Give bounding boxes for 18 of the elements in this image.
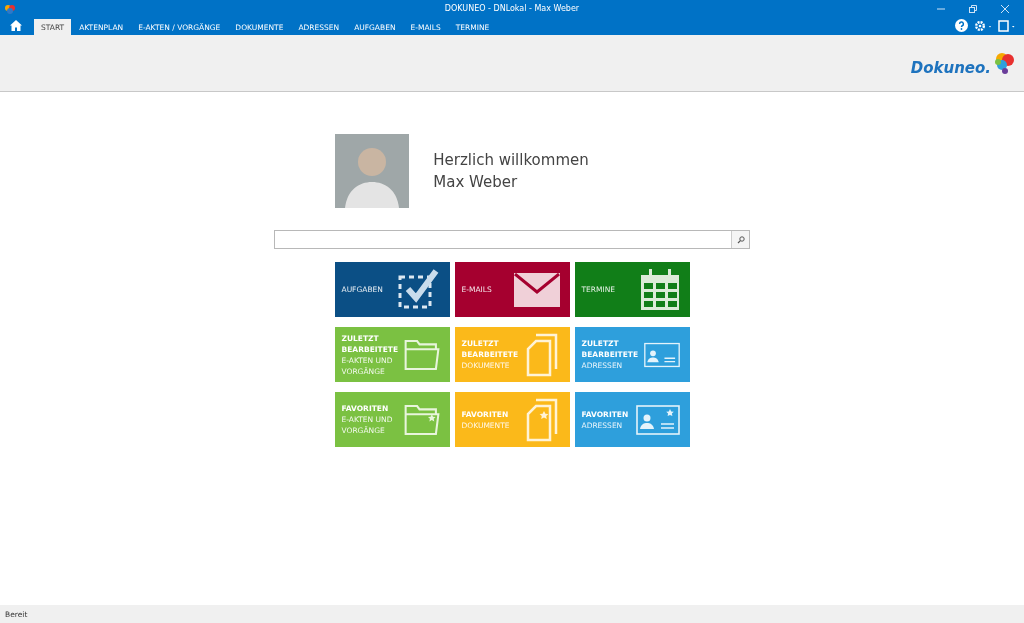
help-icon[interactable] (955, 19, 968, 32)
layout-icon[interactable] (998, 19, 1016, 32)
restore-icon[interactable] (968, 3, 978, 14)
home-icon[interactable] (10, 20, 22, 31)
settings-icon[interactable] (974, 19, 992, 32)
logo-icon (992, 51, 1016, 75)
checkbox-icon (397, 268, 440, 311)
search-field[interactable] (274, 230, 750, 249)
app-logo-icon (4, 2, 16, 15)
window-title: DOKUNEO - DNLokal - Max Weber (444, 4, 580, 13)
close-icon[interactable] (1000, 3, 1010, 14)
search-icon (736, 235, 745, 244)
search-button[interactable] (731, 231, 749, 248)
envelope-icon (513, 272, 560, 307)
user-name: Max Weber (433, 173, 519, 191)
welcome-heading: Herzlich willkommen (433, 151, 589, 169)
logo-text: Dokuneo. (910, 59, 991, 77)
calendar-icon (639, 268, 680, 311)
